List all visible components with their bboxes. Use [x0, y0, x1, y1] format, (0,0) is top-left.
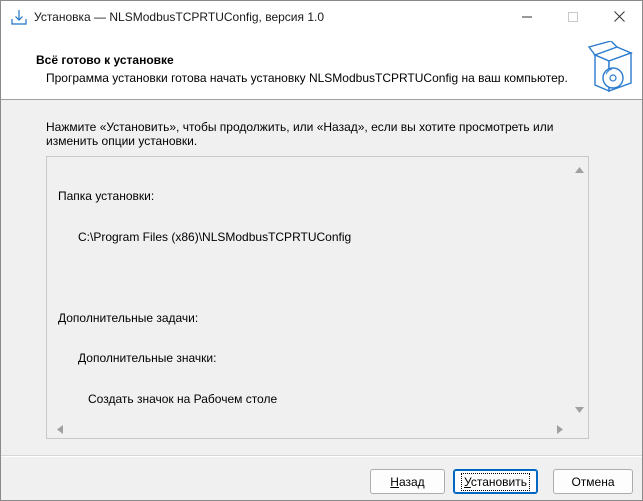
page-subtitle: Программа установки готова начать устано…	[46, 71, 568, 85]
ready-memo[interactable]: Папка установки: C:\Program Files (x86)\…	[46, 156, 589, 439]
instructions-text: Нажмите «Установить», чтобы продолжить, …	[46, 120, 586, 148]
scroll-left-icon[interactable]	[57, 425, 63, 434]
install-button[interactable]: Установить	[453, 469, 538, 494]
scroll-right-icon[interactable]	[557, 425, 563, 434]
instructions-line: изменить опции установки.	[46, 134, 198, 148]
title-bar[interactable]: Установка — NLSModbusTCPRTUConfig, верси…	[1, 1, 642, 32]
instructions-line: Нажмите «Установить», чтобы продолжить, …	[46, 120, 554, 134]
scroll-down-icon[interactable]	[575, 407, 584, 413]
close-icon	[613, 11, 625, 22]
memo-line: Дополнительные значки:	[58, 351, 217, 365]
memo-line: Создать значок на Рабочем столе	[58, 391, 278, 406]
maximize-icon	[568, 11, 578, 22]
memo-line: Папка установки:	[58, 189, 155, 203]
footer-divider-highlight	[1, 456, 642, 457]
wizard-header: Всё готово к установке Программа установ…	[1, 32, 642, 100]
memo-line: C:\Program Files (x86)\NLSModbusTCPRTUCo…	[58, 229, 352, 244]
memo-line: Дополнительные задачи:	[58, 310, 199, 325]
window-title: Установка — NLSModbusTCPRTUConfig, верси…	[34, 10, 325, 24]
install-mnemonic: У	[464, 474, 471, 489]
scroll-up-icon[interactable]	[575, 167, 584, 173]
installer-window: Установка — NLSModbusTCPRTUConfig, верси…	[0, 0, 643, 501]
memo-content: Папка установки: C:\Program Files (x86)\…	[58, 163, 563, 433]
back-button[interactable]: Назад	[370, 469, 445, 494]
install-label: становить	[470, 474, 527, 489]
download-arrow-icon	[10, 8, 28, 26]
minimize-icon	[522, 16, 532, 17]
cancel-button[interactable]: Отмена	[553, 469, 633, 494]
maximize-button[interactable]	[550, 1, 596, 32]
horizontal-scrollbar[interactable]	[47, 421, 573, 438]
page-title: Всё готово к установке	[36, 53, 174, 67]
software-box-cd-icon	[587, 40, 635, 95]
back-label: азад	[398, 474, 425, 489]
memo-line	[58, 271, 563, 285]
back-mnemonic: Н	[390, 474, 399, 489]
vertical-scrollbar[interactable]	[571, 157, 588, 423]
close-button[interactable]	[596, 1, 642, 32]
minimize-button[interactable]	[504, 1, 550, 32]
